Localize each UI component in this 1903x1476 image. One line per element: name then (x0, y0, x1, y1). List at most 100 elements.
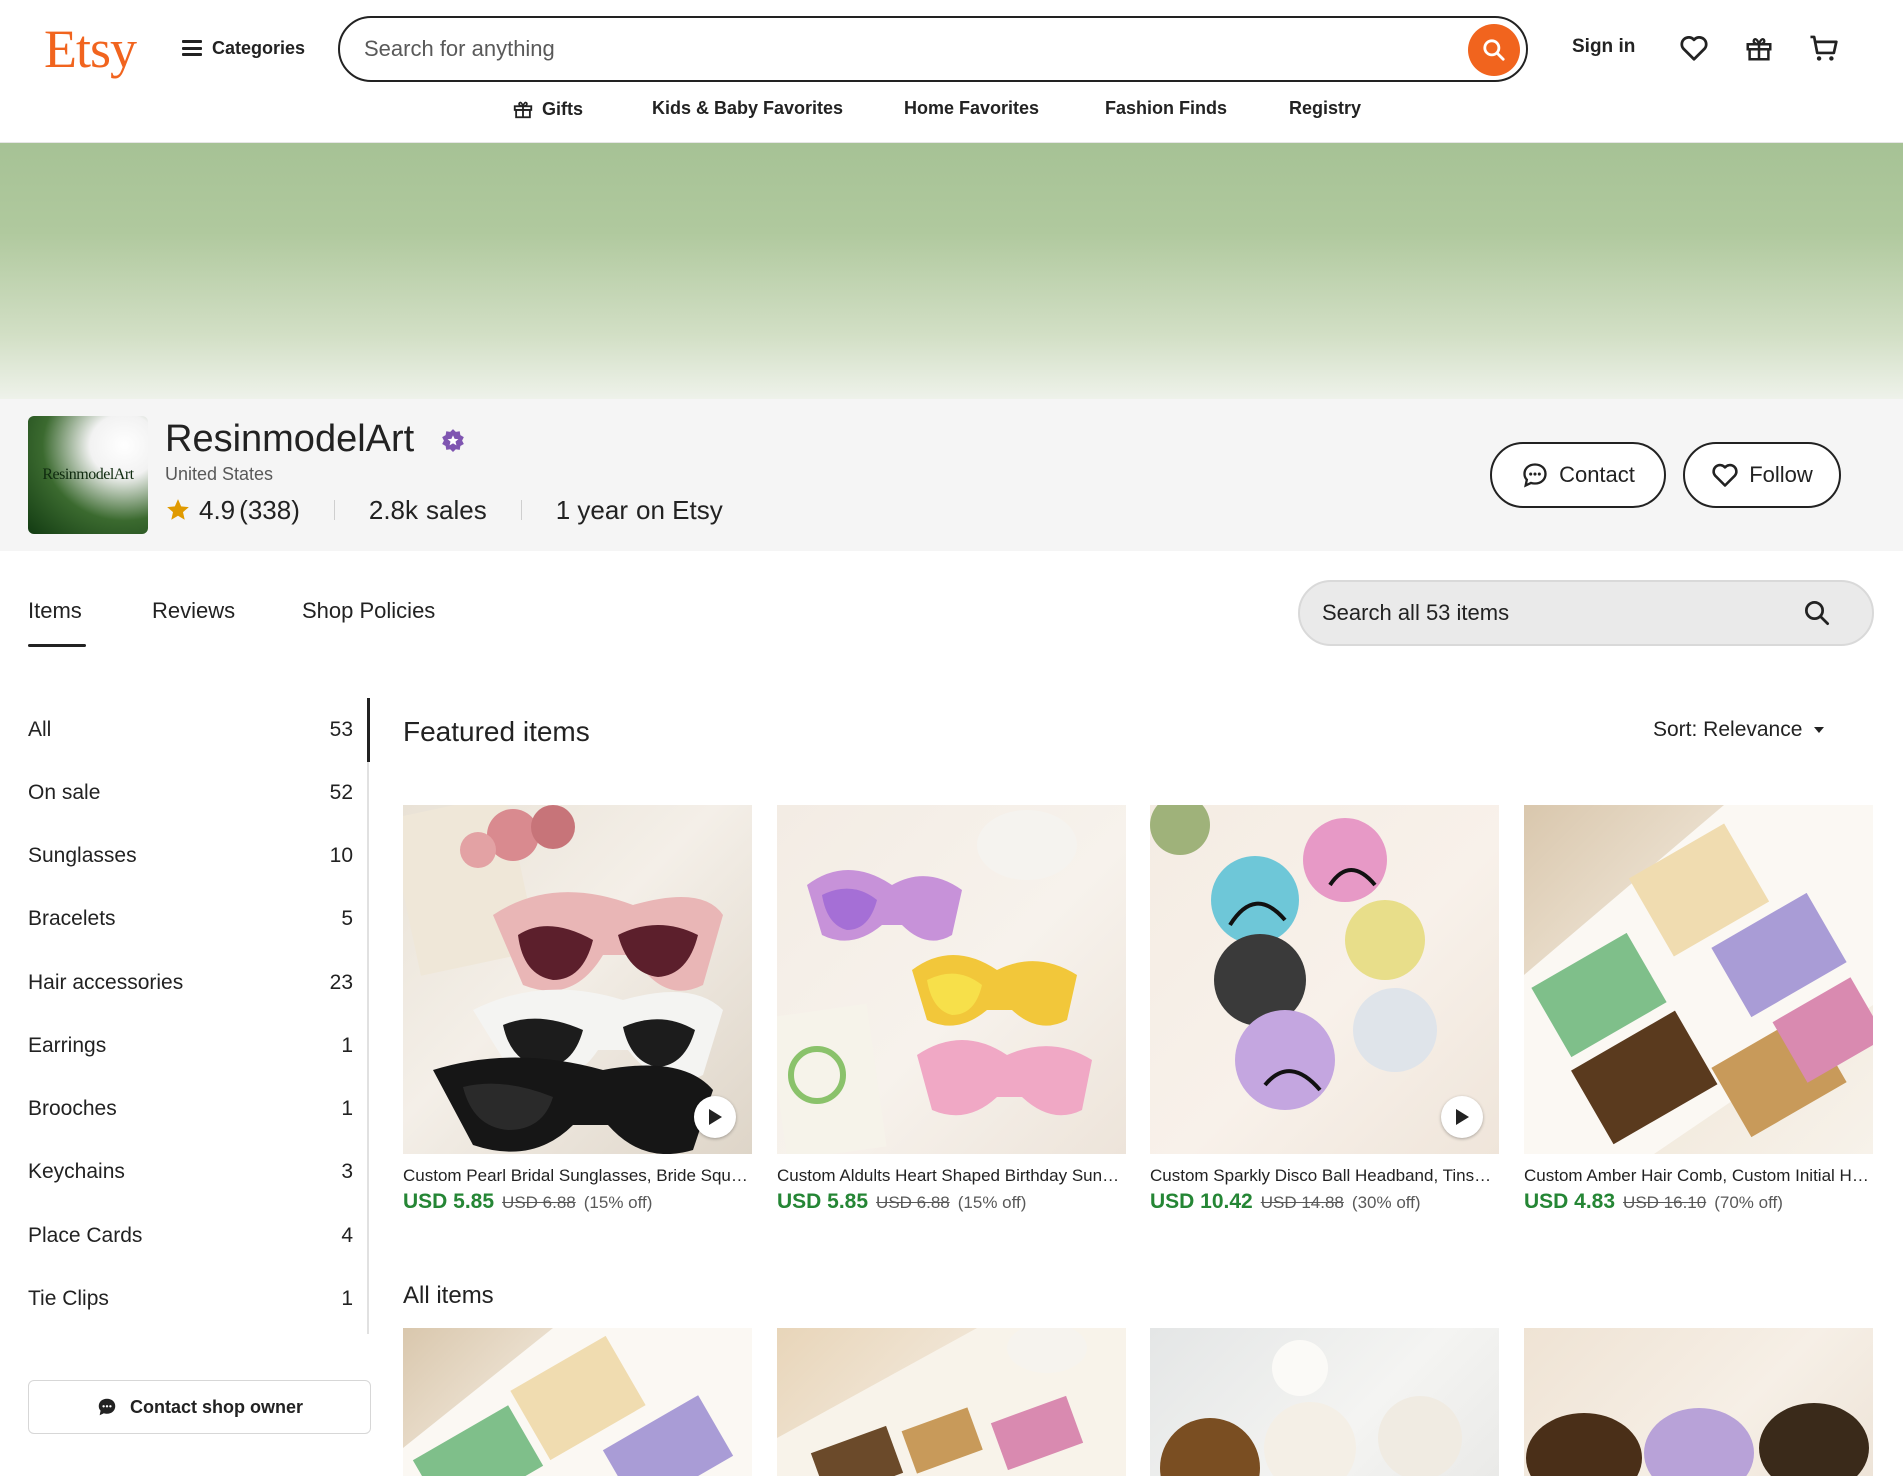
sort-dropdown[interactable]: Sort: Relevance (1653, 718, 1826, 742)
listing-title[interactable]: Custom Amber Hair Comb, Custom Initial H… (1524, 1166, 1873, 1186)
hair-comb-photo (403, 1328, 752, 1476)
tab-shop-policies[interactable]: Shop Policies (302, 598, 435, 624)
sidebar-item-label: Keychains (28, 1160, 125, 1183)
tab-items[interactable]: Items (28, 598, 82, 624)
original-price: USD 16.10 (1623, 1193, 1707, 1212)
contact-shop-owner-button[interactable]: Contact shop owner (28, 1380, 371, 1434)
sidebar-item-count: 53 (329, 718, 353, 741)
sidebar-item-on-sale[interactable]: On sale 52 (28, 781, 353, 805)
listing-card[interactable]: Custom Pearl Bridal Sunglasses, Bride Sq… (403, 805, 752, 1214)
listing-card[interactable]: Custom Aldults Heart Shaped Birthday Sun… (777, 805, 1126, 1214)
listing-image[interactable] (1524, 805, 1873, 1154)
global-search (338, 16, 1528, 82)
sidebar-item-label: Hair accessories (28, 971, 184, 994)
listing-title[interactable]: Custom Pearl Bridal Sunglasses, Bride Sq… (403, 1166, 752, 1186)
active-tab-indicator (28, 644, 86, 647)
listing-image[interactable] (403, 1328, 752, 1476)
subnav-label: Registry (1289, 98, 1362, 118)
sidebar-item-count: 52 (329, 781, 353, 804)
categories-label: Categories (212, 37, 306, 58)
listing-card[interactable]: Custom Amber Hair Comb, Custom Initial H… (1524, 805, 1873, 1214)
hair-comb-photo (1524, 805, 1873, 1154)
original-price: USD 6.88 (876, 1193, 950, 1212)
subnav-kids-baby[interactable]: Kids & Baby Favorites (652, 98, 843, 119)
shop-review-count[interactable]: (338) (239, 495, 300, 526)
shop-stats: 4.9 (338) 2.8k sales 1 year on Etsy (165, 494, 723, 526)
shop-location: United States (165, 464, 274, 484)
search-submit-button[interactable] (1468, 24, 1520, 76)
sidebar-item-bracelets[interactable]: Bracelets 5 (28, 907, 353, 931)
sidebar-item-all[interactable]: All 53 (28, 718, 353, 742)
sidebar-item-brooches[interactable]: Brooches 1 (28, 1097, 353, 1121)
sidebar-item-label: Sunglasses (28, 844, 137, 867)
cart-icon (1810, 35, 1838, 61)
contact-button[interactable]: Contact (1490, 442, 1666, 508)
menu-icon (182, 40, 202, 56)
sale-price: USD 10.42 (1150, 1190, 1253, 1213)
contact-owner-label: Contact shop owner (129, 1396, 303, 1417)
subnav-gifts[interactable]: Gifts (512, 98, 583, 120)
original-price: USD 6.88 (502, 1193, 576, 1212)
sidebar-divider (367, 698, 369, 1334)
sidebar-item-count: 23 (329, 971, 353, 994)
discount-label: (30% off) (1351, 1193, 1421, 1212)
etsy-logo[interactable]: Etsy (44, 14, 137, 84)
sidebar-item-count: 1 (341, 1034, 353, 1057)
subnav-home[interactable]: Home Favorites (904, 98, 1039, 119)
sidebar-item-sunglasses[interactable]: Sunglasses 10 (28, 844, 353, 868)
listing-image[interactable] (777, 805, 1126, 1154)
sidebar-active-indicator (367, 698, 370, 762)
cart-button[interactable] (1804, 28, 1844, 68)
sign-in-link[interactable]: Sign in (1572, 36, 1635, 58)
search-input[interactable] (364, 36, 1424, 62)
search-icon[interactable] (1802, 598, 1832, 628)
sidebar-item-label: Brooches (28, 1097, 117, 1120)
categories-button[interactable]: Categories (182, 30, 305, 66)
tab-reviews[interactable]: Reviews (152, 598, 235, 624)
shop-years-label: on Etsy (635, 494, 723, 525)
shop-sales-label: sales (426, 494, 487, 525)
play-video-button[interactable] (694, 1096, 736, 1138)
shop-banner (0, 143, 1903, 399)
listing-price-row: USD 4.83 USD 16.10 (70% off) (1524, 1190, 1873, 1214)
gift-icon (513, 101, 533, 119)
sidebar-item-hair-accessories[interactable]: Hair accessories 23 (28, 971, 353, 995)
sidebar-item-tie-clips[interactable]: Tie Clips 1 (28, 1287, 353, 1311)
listing-title[interactable]: Custom Sparkly Disco Ball Headband, Tins… (1150, 1166, 1499, 1186)
sidebar-item-earrings[interactable]: Earrings 1 (28, 1034, 353, 1058)
shop-logo[interactable]: ResinmodelArt (28, 416, 148, 534)
play-video-button[interactable] (1441, 1096, 1483, 1138)
listing-image[interactable] (777, 1328, 1126, 1476)
listing-card[interactable]: Custom Sparkly Disco Ball Headband, Tins… (1150, 805, 1499, 1214)
listing-image[interactable] (1150, 1328, 1499, 1476)
sale-price: USD 5.85 (777, 1190, 869, 1213)
contact-label: Contact (1559, 462, 1635, 487)
sidebar-item-label: Bracelets (28, 907, 116, 930)
listing-image[interactable] (1150, 805, 1499, 1154)
sidebar-item-count: 1 (341, 1287, 353, 1310)
subnav-label: Kids & Baby Favorites (652, 98, 844, 118)
sidebar-item-keychains[interactable]: Keychains 3 (28, 1160, 353, 1184)
gift-button[interactable] (1739, 28, 1779, 68)
follow-button[interactable]: Follow (1683, 442, 1841, 508)
sub-navigation: Gifts Kids & Baby Favorites Home Favorit… (0, 98, 1903, 124)
favorites-button[interactable] (1674, 28, 1714, 68)
sunglasses-photo (777, 810, 1092, 1154)
listing-image[interactable] (1524, 1328, 1873, 1476)
listing-price-row: USD 10.42 USD 14.88 (30% off) (1150, 1190, 1499, 1214)
subnav-fashion[interactable]: Fashion Finds (1105, 98, 1227, 119)
featured-items-heading: Featured items (403, 716, 590, 747)
chat-bubble-icon (1523, 463, 1547, 488)
stat-divider (333, 500, 335, 520)
hair-clip-photo (777, 1328, 1126, 1476)
sidebar-item-place-cards[interactable]: Place Cards 4 (28, 1224, 353, 1248)
listing-title[interactable]: Custom Aldults Heart Shaped Birthday Sun… (777, 1166, 1126, 1186)
sidebar-item-count: 1 (341, 1097, 353, 1120)
subnav-registry[interactable]: Registry (1289, 98, 1361, 119)
discount-label: (15% off) (583, 1193, 653, 1212)
shop-sales-number: 2.8k (368, 494, 419, 525)
play-icon (709, 1109, 722, 1125)
follow-label: Follow (1749, 462, 1813, 487)
shop-search-input[interactable] (1322, 600, 1802, 626)
listing-image[interactable] (403, 805, 752, 1154)
